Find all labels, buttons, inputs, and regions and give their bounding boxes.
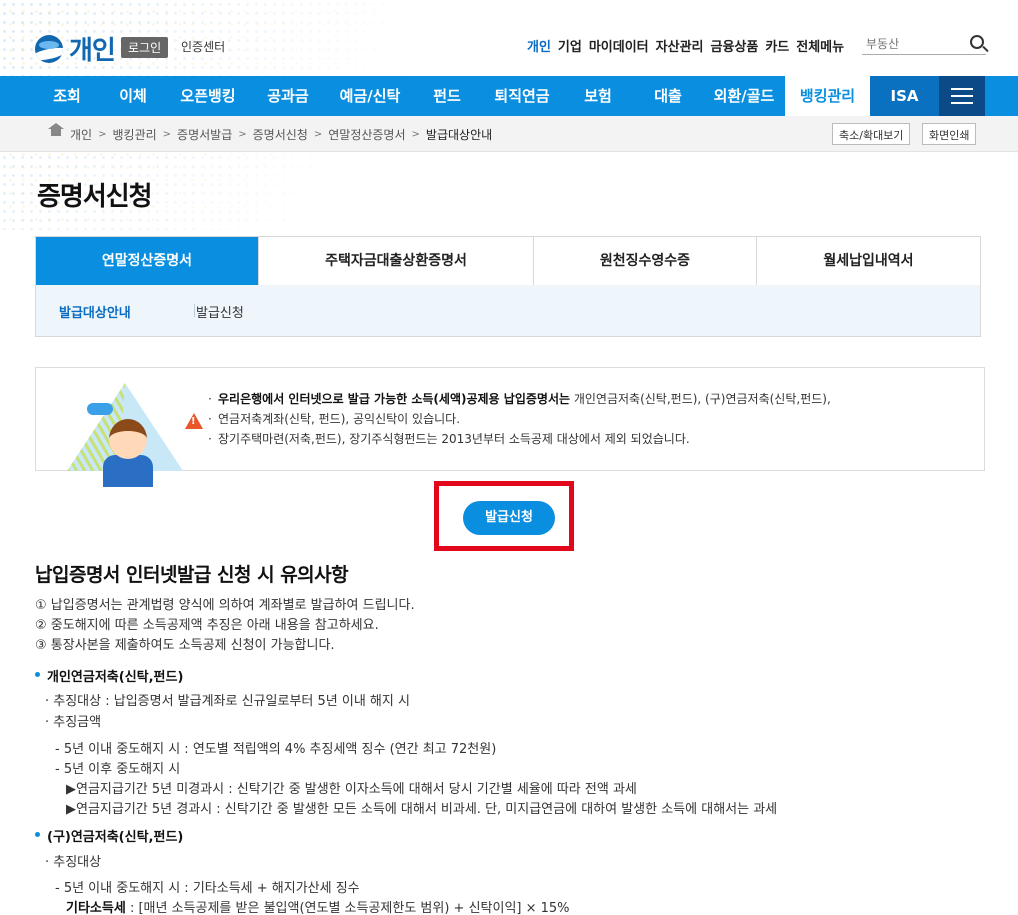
note-line: ▶연금지급기간 5년 경과시 : 신탁기간 중 발생한 모든 소득에 대해서 비…: [66, 802, 778, 817]
note-line: · 추징대상: [45, 855, 102, 870]
nav-banking-mgmt[interactable]: 뱅킹관리: [785, 76, 870, 116]
gnb-card[interactable]: 카드: [765, 36, 789, 55]
gnb-mydata[interactable]: 마이데이터: [589, 36, 649, 55]
subtab-eligibility[interactable]: 발급대상안내: [59, 302, 131, 321]
search-box: [862, 33, 986, 55]
gnb-all-menu[interactable]: 전체메뉴: [796, 36, 844, 55]
logo[interactable]: 개인: [35, 30, 116, 67]
list-item: ③ 통장사본을 제출하여도 소득공제 신청이 가능합니다.: [35, 638, 335, 653]
nav-isa[interactable]: ISA: [870, 76, 939, 116]
print-button[interactable]: 화면인쇄: [922, 123, 977, 145]
notice-list: 우리은행에서 인터넷으로 발급 가능한 소득(세액)공제용 납입증명서는 개인연…: [208, 389, 831, 449]
breadcrumb: 개인 > 뱅킹관리 > 증명서발급 > 증명서신청 > 연말정산증명서 > 발급…: [70, 126, 492, 143]
chevron-right-icon: >: [162, 129, 172, 140]
cloud-icon: [87, 403, 113, 415]
tab-withholding[interactable]: 원천징수영수증: [534, 237, 757, 285]
issue-request-button[interactable]: 발급신청: [463, 501, 555, 535]
section-title: 개인연금저축(신탁,펀드): [35, 666, 183, 685]
nav-openbanking[interactable]: 오픈뱅킹: [167, 76, 249, 116]
header: 개인 로그인 인증센터 개인 기업 마이데이터 자산관리 금융상품 카드 전체메…: [0, 0, 1018, 76]
gnb-products[interactable]: 금융상품: [711, 36, 759, 55]
tab-year-end[interactable]: 연말정산증명서: [36, 237, 259, 285]
cert-center-link[interactable]: 인증센터: [181, 38, 225, 55]
logo-icon: [35, 34, 63, 63]
login-button[interactable]: 로그인: [121, 37, 169, 58]
list-item: ② 중도해지에 따른 소득공제액 추징은 아래 내용을 참고하세요.: [35, 618, 379, 633]
tab-rent[interactable]: 월세납입내역서: [757, 237, 980, 285]
note-line: · 추징대상 : 납입증명서 발급계좌로 신규일로부터 5년 이내 해지 시: [45, 694, 410, 709]
tab-housing-loan[interactable]: 주택자금대출상환증명서: [259, 237, 534, 285]
gnb-business[interactable]: 기업: [558, 36, 582, 55]
tab-bar: 연말정산증명서 주택자금대출상환증명서 원천징수영수증 월세납입내역서: [35, 236, 981, 286]
crumb-banking-mgmt[interactable]: 뱅킹관리: [112, 126, 156, 143]
nav-inquiry[interactable]: 조회: [35, 76, 99, 116]
avatar: [109, 419, 147, 459]
gnb-asset[interactable]: 자산관리: [656, 36, 704, 55]
divider: [194, 304, 195, 317]
note-line: - 5년 이후 중도해지 시: [55, 762, 181, 777]
subtab-request[interactable]: 발급신청: [196, 302, 244, 321]
notice-box: 우리은행에서 인터넷으로 발급 가능한 소득(세액)공제용 납입증명서는 개인연…: [35, 367, 985, 487]
crumb-certificate-request[interactable]: 증명서신청: [253, 126, 308, 143]
notes-title: 납입증명서 인터넷발급 신청 시 유의사항: [35, 564, 349, 586]
crumb-year-end[interactable]: 연말정산증명서: [328, 126, 405, 143]
nav-utilities[interactable]: 공과금: [249, 76, 327, 116]
note-line: 기타소득세 : [매년 소득공제를 받은 불입액(연도별 소득공제한도 범위) …: [66, 901, 570, 915]
chevron-right-icon: >: [411, 129, 420, 140]
hamburger-menu-icon[interactable]: [939, 76, 985, 116]
notice-item: 장기주택마련(저축,펀드), 장기주식형펀드는 2013년부터 소득공제 대상에…: [208, 429, 831, 449]
nav-insurance[interactable]: 보험: [563, 76, 633, 116]
home-icon[interactable]: [48, 123, 64, 139]
section-title: (구)연금저축(신탁,펀드): [35, 826, 183, 845]
chevron-right-icon: >: [238, 129, 247, 140]
warning-icon: [185, 413, 203, 429]
nav-fund[interactable]: 펀드: [413, 76, 481, 116]
illustration: [67, 383, 203, 487]
note-line: - 5년 이내 중도해지 시 : 기타소득세 + 해지가산세 징수: [55, 881, 360, 896]
list-item: ① 납입증명서는 관계법령 양식에 의하여 계좌별로 발급하여 드립니다.: [35, 598, 415, 613]
chevron-right-icon: >: [313, 129, 323, 140]
subtab-bar: 발급대상안내 발급신청: [35, 285, 981, 337]
crumb-certificate-issue[interactable]: 증명서발급: [177, 126, 232, 143]
nav-pension[interactable]: 퇴직연금: [481, 76, 563, 116]
notice-item-cont: 연금저축계좌(신탁, 펀드), 공익신탁이 있습니다.: [208, 409, 831, 429]
global-nav: 개인 기업 마이데이터 자산관리 금융상품 카드 전체메뉴: [527, 36, 844, 55]
logo-text: 개인: [69, 36, 116, 66]
nav-forex[interactable]: 외환/골드: [703, 76, 785, 116]
note-line: - 5년 이내 중도해지 시 : 연도별 적립액의 4% 추징세액 징수 (연간…: [55, 742, 497, 757]
chevron-right-icon: >: [98, 129, 107, 140]
page-title: 증명서신청: [37, 182, 153, 212]
note-line: · 추징금액: [45, 715, 102, 730]
crumb-current: 발급대상안내: [425, 128, 493, 142]
search-input[interactable]: [862, 34, 958, 54]
gnb-personal[interactable]: 개인: [527, 36, 551, 55]
note-line: ▶연금지급기간 5년 미경과시 : 신탁기간 중 발생한 이자소득에 대해서 당…: [66, 782, 637, 797]
zoom-button[interactable]: 축소/확대보기: [832, 123, 911, 145]
search-icon[interactable]: [970, 35, 984, 49]
numbered-list: ① 납입증명서는 관계법령 양식에 의하여 계좌별로 발급하여 드립니다. ② …: [35, 596, 415, 656]
main-nav: 조회 이체 오픈뱅킹 공과금 예금/신탁 펀드 퇴직연금 보험 대출 외환/골드…: [0, 76, 1018, 116]
crumb-personal[interactable]: 개인: [70, 126, 92, 143]
nav-deposit[interactable]: 예금/신탁: [327, 76, 413, 116]
nav-loan[interactable]: 대출: [633, 76, 703, 116]
notice-item: 우리은행에서 인터넷으로 발급 가능한 소득(세액)공제용 납입증명서는 개인연…: [208, 389, 831, 409]
nav-transfer[interactable]: 이체: [99, 76, 167, 116]
